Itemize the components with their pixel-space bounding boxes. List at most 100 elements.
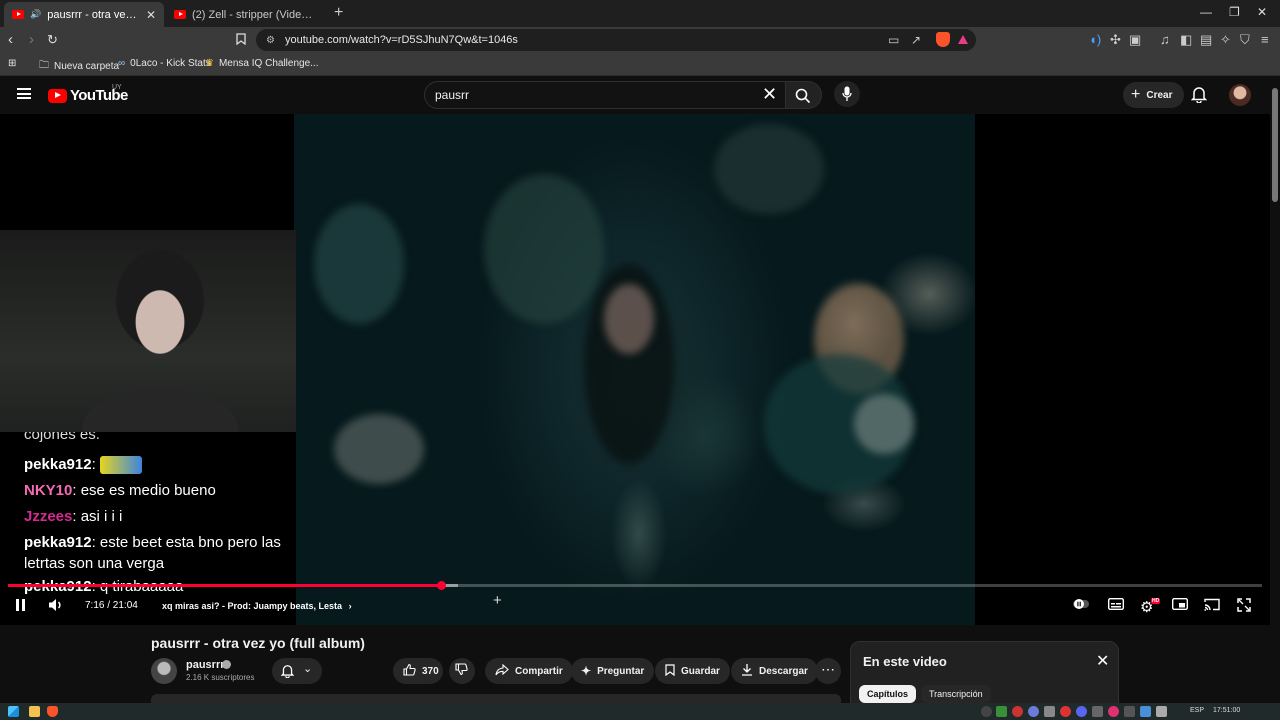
description-box[interactable] (151, 694, 841, 703)
minimize-icon[interactable]: — (1200, 5, 1212, 19)
pause-icon[interactable] (15, 599, 26, 614)
leo-ai-icon[interactable]: ✧ (1220, 32, 1231, 48)
tab-active[interactable]: 🔊 pausrrr - otra vez yo (full album) ✕ (4, 2, 164, 27)
notifications-icon[interactable] (1191, 86, 1207, 103)
share-arrow-icon (495, 663, 509, 679)
like-count: 370 (422, 665, 439, 677)
tray-icon[interactable] (1012, 706, 1023, 717)
account-avatar[interactable] (1229, 84, 1251, 106)
channel-name[interactable]: pausrrr (186, 659, 225, 671)
search-input[interactable] (435, 88, 735, 102)
bookmarks-bar: ⊞ 🗀 Nueva carpeta ∞ 0Laco - Kick Stats ♛… (0, 53, 1280, 76)
windows-taskbar: ESP 17:51:00 (0, 703, 1280, 720)
save-button[interactable]: Guardar (655, 658, 730, 684)
voice-search-button[interactable] (834, 81, 860, 107)
video-frame[interactable] (294, 114, 975, 625)
forward-icon[interactable]: › (29, 31, 34, 48)
share-button[interactable]: Compartir (485, 658, 573, 684)
youtube-logo-icon (48, 88, 67, 103)
brave-rewards-icon[interactable] (958, 35, 968, 44)
hamburger-menu-icon[interactable] (17, 88, 31, 99)
tab-inactive[interactable]: (2) Zell - stripper (Video Oficial) - Yo… (166, 2, 326, 27)
tray-icon[interactable] (1124, 706, 1135, 717)
file-explorer-icon[interactable] (29, 706, 40, 717)
chat-username: pekka912 (24, 534, 92, 551)
chat-text: cojones es. (24, 432, 100, 443)
chat-message: pekka912: este beet esta bno pero las le… (24, 532, 294, 574)
create-button[interactable]: + Crear (1123, 82, 1185, 108)
url-field[interactable]: ⚙ youtube.com/watch?v=rD5SJhuN7Qw&t=1046… (256, 29, 976, 51)
bookmark-mensa[interactable]: ♛ Mensa IQ Challenge... (205, 58, 318, 69)
clock[interactable]: 17:51:00 (1213, 707, 1240, 714)
miniplayer-icon[interactable] (1171, 597, 1189, 613)
tray-icon[interactable] (1060, 706, 1071, 717)
folder-icon: 🗀 (39, 60, 49, 71)
close-panel-icon[interactable]: ✕ (1096, 651, 1109, 671)
cast-tab-icon[interactable]: ▭ (888, 33, 899, 47)
extensions-icon[interactable]: ✣ (1110, 32, 1121, 48)
ask-button[interactable]: ✦ Preguntar (571, 658, 655, 684)
tray-icon[interactable] (1028, 706, 1039, 717)
autoplay-toggle[interactable] (1073, 598, 1089, 613)
network-icon[interactable] (1140, 706, 1151, 717)
chat-username: NKY10 (24, 482, 73, 499)
channel-avatar[interactable] (151, 658, 177, 684)
browser-menu-icon[interactable]: ≡ (1261, 32, 1269, 47)
address-bar: ‹ › ↻ ⚙ youtube.com/watch?v=rD5SJhuN7Qw&… (0, 27, 1280, 53)
start-icon[interactable] (8, 706, 19, 717)
search-box[interactable] (424, 81, 786, 109)
site-settings-icon[interactable]: ⚙ (266, 35, 275, 46)
media-icon[interactable]: ♫ (1160, 32, 1170, 47)
apps-grid-icon[interactable]: ⊞ (8, 58, 16, 69)
bookmark-icon[interactable] (236, 33, 246, 48)
volume-icon[interactable] (48, 598, 64, 615)
fullscreen-icon[interactable] (1237, 598, 1251, 615)
more-actions-button[interactable]: ⋯ (815, 658, 841, 684)
webcam-overlay (0, 230, 296, 440)
tray-icon[interactable] (1108, 706, 1119, 717)
brave-taskbar-icon[interactable] (47, 706, 58, 717)
plus-icon: + (1131, 86, 1141, 103)
create-label: Crear (1146, 89, 1173, 101)
ask-label: Preguntar (597, 665, 645, 677)
like-button[interactable]: 370 (393, 658, 443, 684)
close-window-icon[interactable]: ✕ (1257, 5, 1267, 19)
wallet-icon[interactable]: ▤ (1200, 32, 1212, 48)
close-tab-icon[interactable]: ✕ (146, 8, 156, 22)
progress-scrubber[interactable] (437, 581, 446, 590)
scrollbar-thumb[interactable] (1272, 88, 1278, 202)
bookmark-kick-stats[interactable]: ∞ 0Laco - Kick Stats (118, 58, 211, 69)
bookmark-folder[interactable]: 🗀 Nueva carpeta (39, 58, 119, 75)
search-button[interactable] (786, 81, 822, 109)
subtitles-icon[interactable] (1107, 597, 1125, 613)
subscription-bell-button[interactable]: ⌄ (272, 658, 322, 684)
tab-transcript[interactable]: Transcripción (921, 685, 991, 703)
new-tab-button[interactable]: + (334, 4, 343, 22)
screenshot-icon[interactable]: ▣ (1129, 32, 1141, 48)
restore-icon[interactable]: ❐ (1229, 5, 1240, 19)
audio-extension-icon[interactable]: ◖) (1089, 32, 1101, 47)
tray-icon[interactable] (981, 706, 992, 717)
clear-search-icon[interactable]: ✕ (762, 84, 777, 104)
speaker-tray-icon[interactable] (1156, 706, 1167, 717)
tab-chapters[interactable]: Capítulos (859, 685, 917, 703)
dislike-button[interactable] (449, 658, 475, 684)
brave-shields-icon[interactable] (936, 32, 950, 47)
mouse-cursor-icon: + (493, 592, 502, 609)
reload-icon[interactable]: ↻ (47, 32, 58, 48)
chapter-title[interactable]: xq miras asi? - Prod: Juampy beats, Lest… (162, 601, 352, 611)
vpn-icon[interactable]: ⛉ (1240, 32, 1250, 48)
back-icon[interactable]: ‹ (8, 31, 13, 48)
tray-icon[interactable] (1092, 706, 1103, 717)
save-label: Guardar (681, 665, 720, 677)
language-indicator[interactable]: ESP (1190, 707, 1204, 714)
video-player[interactable]: cojones es. pekka912: NKY10: ese es medi… (0, 114, 1270, 625)
chat-username: Jzzees (24, 508, 73, 525)
share-icon[interactable]: ↗ (911, 33, 921, 47)
sidebar-icon[interactable]: ◧ (1180, 32, 1192, 48)
tray-icon[interactable] (1044, 706, 1055, 717)
discord-tray-icon[interactable] (1076, 706, 1087, 717)
tray-icon[interactable] (996, 706, 1007, 717)
cast-icon[interactable] (1204, 598, 1220, 614)
download-button[interactable]: Descargar (731, 658, 818, 684)
